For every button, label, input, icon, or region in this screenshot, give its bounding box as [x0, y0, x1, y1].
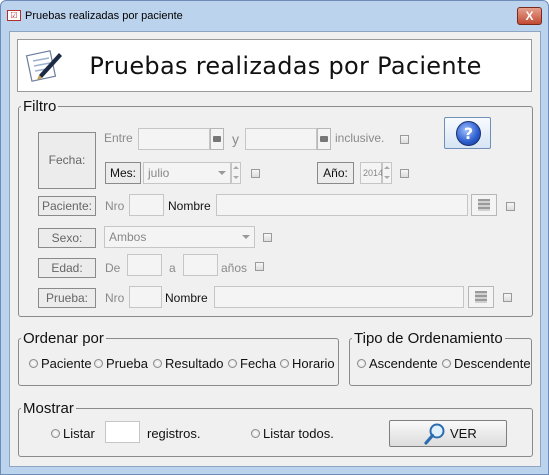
sexo-label: Sexo: — [38, 228, 96, 248]
window-title: Pruebas realizadas por paciente — [25, 10, 183, 22]
chevron-down-icon — [218, 171, 226, 175]
ver-label: VER — [450, 426, 477, 441]
fecha-hasta-calendar-icon[interactable] — [317, 128, 331, 150]
ascendente-label: Ascendente — [369, 356, 438, 371]
fecha-desde-input[interactable] — [138, 128, 210, 150]
help-icon: ? — [456, 121, 481, 146]
listar-label: Listar — [63, 426, 95, 441]
orden-paciente-radio[interactable] — [29, 359, 38, 368]
ordenar-legend: Ordenar por — [23, 330, 104, 347]
orden-horario-label: Horario — [292, 356, 335, 371]
magnifier-icon — [424, 423, 445, 445]
y-label: y — [232, 131, 239, 147]
tipo-legend: Tipo de Ordenamiento — [354, 330, 503, 347]
edad-label: Edad: — [38, 258, 96, 278]
orden-prueba-radio[interactable] — [94, 359, 103, 368]
edad-checkbox[interactable] — [255, 262, 264, 271]
sexo-select[interactable]: Ambos — [104, 226, 255, 248]
mes-select-value: julio — [148, 166, 170, 180]
paciente-nombre-label: Nombre — [168, 199, 211, 213]
fecha-desde-calendar-icon[interactable] — [210, 128, 224, 150]
app-icon: ☑ — [7, 10, 21, 21]
listar-todos-label: Listar todos. — [263, 426, 334, 441]
mes-label: Mes: — [105, 162, 141, 184]
ver-button[interactable]: VER — [389, 420, 507, 447]
page-title: Pruebas realizadas por Paciente — [89, 52, 482, 80]
paciente-nro-label: Nro — [105, 199, 125, 213]
ascendente-radio[interactable] — [357, 359, 366, 368]
anio-spinner[interactable] — [382, 162, 392, 184]
filtro-legend: Filtro — [23, 98, 57, 115]
mes-select[interactable]: julio — [143, 162, 231, 184]
orden-fecha-label: Fecha — [240, 356, 277, 371]
sexo-select-value: Ambos — [109, 230, 147, 244]
title-bar[interactable]: ☑ Pruebas realizadas por paciente X — [1, 1, 548, 31]
paciente-label: Paciente: — [38, 196, 96, 216]
paciente-nro-input[interactable] — [129, 194, 164, 216]
orden-resultado-label: Resultado — [165, 356, 224, 371]
listar-radio[interactable] — [51, 429, 60, 438]
prueba-nombre-label: Nombre — [165, 291, 208, 305]
edad-a-label: a — [169, 261, 176, 275]
inclusive-label: inclusive. — [335, 131, 385, 145]
anio-input[interactable]: 2014 — [360, 162, 383, 184]
help-button[interactable]: ? — [444, 117, 491, 149]
prueba-checkbox[interactable] — [503, 293, 512, 302]
prueba-nro-label: Nro — [105, 291, 125, 305]
anio-checkbox[interactable] — [400, 169, 409, 178]
orden-paciente-label: Paciente — [41, 356, 92, 371]
close-button[interactable]: X — [517, 7, 542, 25]
orden-prueba-label: Prueba — [106, 356, 148, 371]
chevron-down-icon — [242, 235, 250, 239]
header-banner: Pruebas realizadas por Paciente — [17, 39, 532, 92]
descendente-radio[interactable] — [442, 359, 451, 368]
orden-fecha-radio[interactable] — [228, 359, 237, 368]
edad-desde-input[interactable] — [127, 254, 162, 276]
app-window: ☑ Pruebas realizadas por paciente X Prue… — [0, 0, 549, 475]
client-area: Pruebas realizadas por Paciente Filtro F… — [9, 31, 541, 467]
entre-label: Entre — [104, 131, 133, 145]
edad-de-label: De — [105, 261, 121, 275]
prueba-label: Prueba: — [38, 288, 96, 308]
fecha-label: Fecha: — [38, 132, 96, 189]
paciente-lookup-icon[interactable] — [471, 194, 497, 216]
fecha-range-checkbox[interactable] — [400, 135, 409, 144]
paciente-checkbox[interactable] — [506, 202, 515, 211]
registros-label: registros. — [147, 426, 201, 441]
orden-resultado-radio[interactable] — [153, 359, 162, 368]
fecha-hasta-input[interactable] — [245, 128, 317, 150]
edad-hasta-input[interactable] — [183, 254, 218, 276]
descendente-label: Descendente — [454, 356, 531, 371]
sexo-checkbox[interactable] — [263, 233, 272, 242]
mostrar-legend: Mostrar — [23, 400, 74, 417]
prueba-nro-input[interactable] — [129, 286, 162, 308]
anio-label: Año: — [317, 162, 354, 184]
prueba-nombre-input[interactable] — [214, 286, 464, 308]
anios-label: años — [221, 261, 248, 275]
mes-spinner[interactable] — [231, 162, 241, 184]
orden-horario-radio[interactable] — [280, 359, 289, 368]
registros-count-input[interactable] — [105, 421, 140, 443]
paciente-nombre-input[interactable] — [216, 194, 468, 216]
listar-todos-radio[interactable] — [251, 429, 260, 438]
mes-checkbox[interactable] — [251, 169, 260, 178]
prueba-lookup-icon[interactable] — [468, 286, 494, 308]
